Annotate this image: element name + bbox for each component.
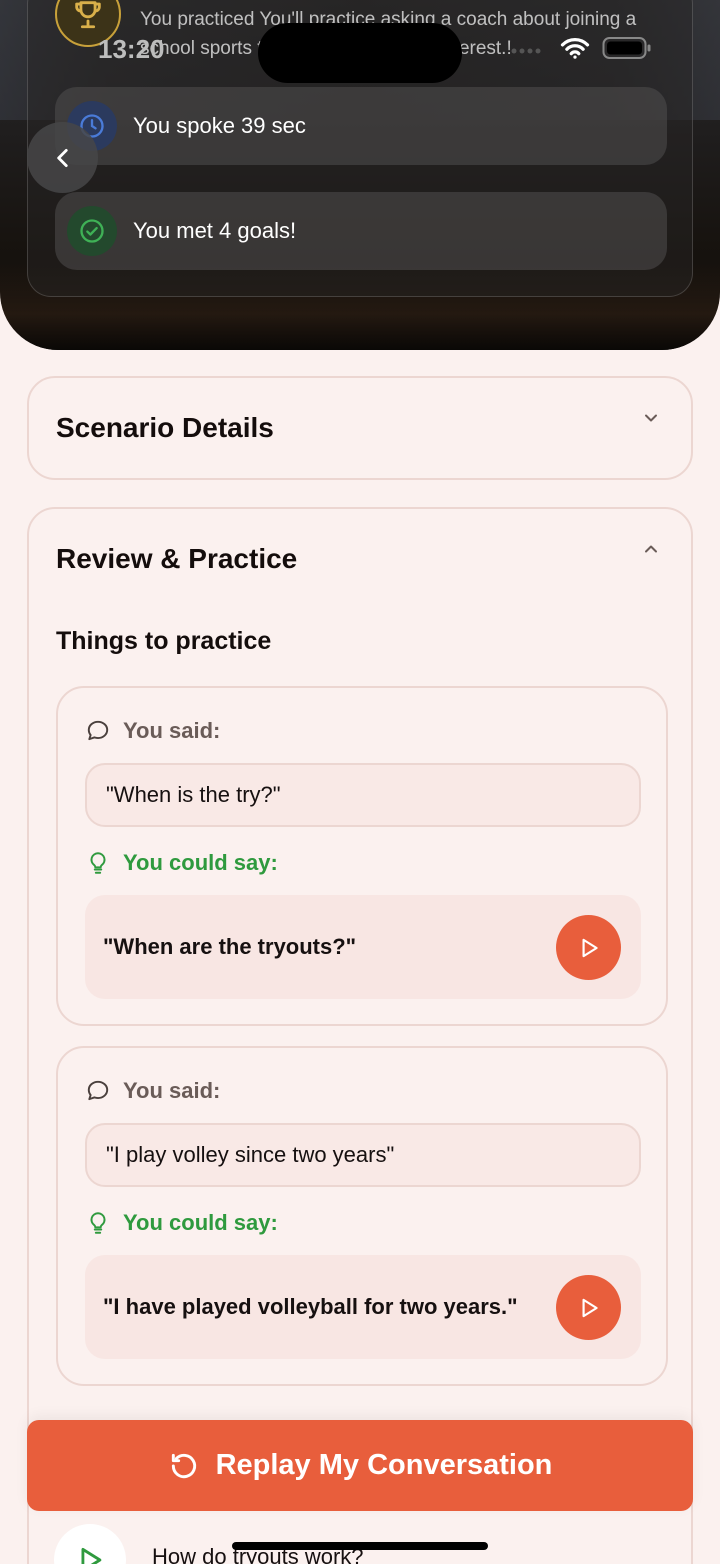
chevron-down-icon[interactable] xyxy=(641,408,661,428)
scenario-details-accordion[interactable]: Scenario Details xyxy=(27,376,693,480)
lightbulb-icon xyxy=(90,852,106,874)
status-time: 13:20 xyxy=(98,34,165,64)
speech-bubble-icon xyxy=(87,720,109,741)
replay-icon xyxy=(171,1453,196,1478)
check-circle-icon xyxy=(67,206,117,256)
you-said-label: You said: xyxy=(85,1078,220,1104)
dynamic-island xyxy=(258,23,462,83)
back-button[interactable] xyxy=(27,122,98,193)
play-button[interactable] xyxy=(556,1275,621,1340)
signal-icon xyxy=(510,41,548,60)
replay-conversation-button[interactable]: Replay My Conversation xyxy=(27,1420,693,1511)
battery-icon xyxy=(602,36,652,65)
wifi-icon xyxy=(560,36,590,65)
you-could-say-text: "When are the tryouts?" xyxy=(103,934,357,959)
play-icon xyxy=(81,1547,102,1564)
home-indicator[interactable] xyxy=(232,1542,488,1550)
scenario-details-title: Scenario Details xyxy=(56,412,274,443)
lightbulb-icon xyxy=(90,1212,106,1234)
practice-item: You said: "When is the try?" You could s… xyxy=(56,686,668,1026)
status-icons xyxy=(510,36,652,65)
spoke-duration-row: You spoke 39 sec xyxy=(55,87,667,165)
you-could-say-label: You could say: xyxy=(85,850,278,876)
you-could-say-label: You could say: xyxy=(85,1210,278,1236)
chevron-up-icon[interactable] xyxy=(641,539,661,559)
you-could-say-box: "When are the tryouts?" xyxy=(85,895,641,999)
spoke-duration-text: You spoke 39 sec xyxy=(133,113,306,138)
you-could-say-box: "I have played volleyball for two years.… xyxy=(85,1255,641,1359)
review-practice-accordion: Review & Practice Things to practice You… xyxy=(27,507,693,1564)
you-said-text: "When is the try?" xyxy=(85,763,641,827)
goals-met-text: You met 4 goals! xyxy=(133,218,297,243)
play-button[interactable] xyxy=(556,915,621,980)
review-practice-title: Review & Practice xyxy=(56,543,298,574)
you-could-say-text: "I have played volleyball for two years.… xyxy=(103,1294,518,1319)
you-said-text: "I play volley since two years" xyxy=(85,1123,641,1187)
play-icon xyxy=(582,938,598,957)
play-icon xyxy=(582,1298,598,1317)
things-to-practice-heading: Things to practice xyxy=(56,627,272,655)
practice-item: You said: "I play volley since two years… xyxy=(56,1046,668,1386)
goals-met-row: You met 4 goals! xyxy=(55,192,667,270)
replay-conversation-label: Replay My Conversation xyxy=(215,1449,553,1481)
speech-bubble-icon xyxy=(87,1080,109,1101)
you-said-label: You said: xyxy=(85,718,220,744)
back-arrow-icon xyxy=(56,148,68,167)
